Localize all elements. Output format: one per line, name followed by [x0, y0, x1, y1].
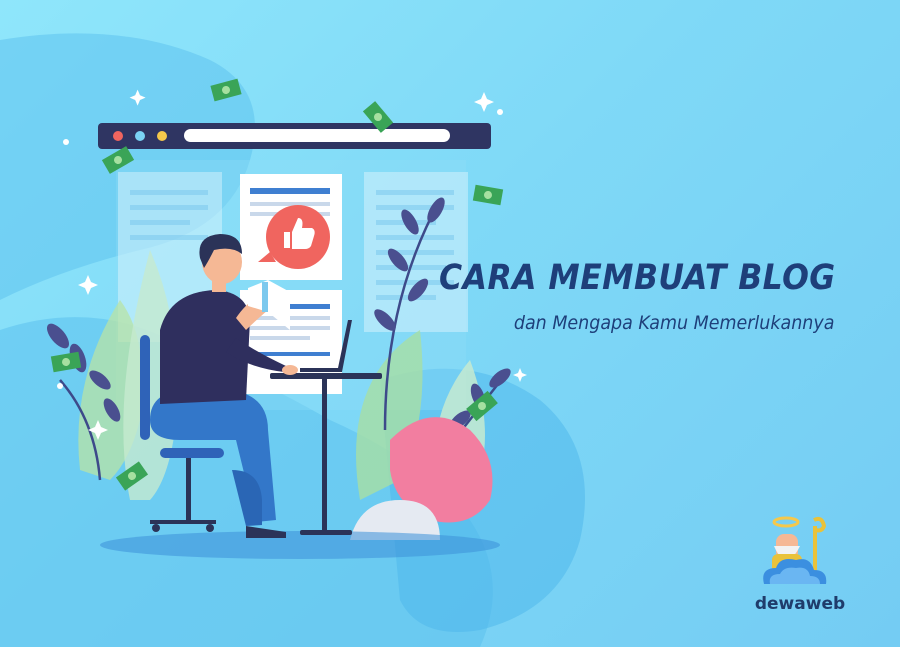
window-dot-yellow	[157, 131, 167, 141]
hero-banner: CARA MEMBUAT BLOG dan Mengapa Kamu Memer…	[0, 0, 900, 647]
dewa-mascot-icon	[763, 516, 827, 584]
dewaweb-logo: dewaweb	[752, 512, 848, 617]
address-bar	[184, 129, 450, 142]
floor-shadow	[100, 531, 500, 559]
window-dot-blue	[135, 131, 145, 141]
headline-subtitle: dan Mengapa Kamu Memerlukannya	[513, 312, 834, 334]
post-card	[240, 174, 342, 280]
brand-name: dewaweb	[754, 594, 846, 614]
window-dot-red	[113, 131, 123, 141]
headline-title: CARA MEMBUAT BLOG	[439, 258, 836, 298]
